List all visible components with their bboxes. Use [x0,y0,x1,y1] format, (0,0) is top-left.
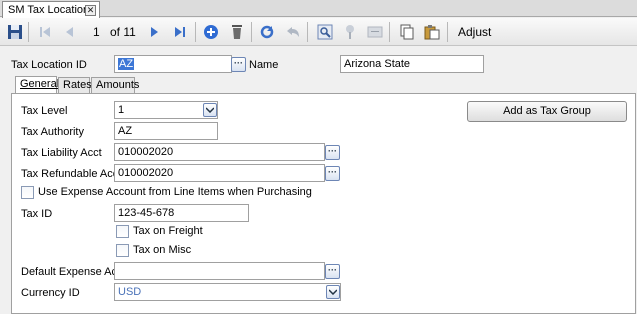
toolbar-separator [389,22,390,42]
note-icon[interactable] [366,23,384,41]
toolbar-separator [195,22,196,42]
first-record-icon[interactable] [36,23,54,41]
tax-level-label: Tax Level [21,105,68,117]
tax-on-freight-label: Tax on Freight [133,225,203,237]
tax-refundable-acct-input[interactable]: 010002020 [114,164,325,182]
close-tab-icon[interactable]: ✕ [85,5,96,16]
paste-icon[interactable] [423,23,441,41]
default-expense-lookup-button[interactable]: ··· [325,264,340,279]
tax-location-id-value: AZ [118,58,135,70]
refresh-icon[interactable] [258,23,276,41]
toolbar-separator [251,22,252,42]
tab-rates-label: Rates [63,79,92,91]
toolbar: 1 of 11 Adjust [0,18,637,46]
tax-liability-acct-label: Tax Liability Acct [21,147,102,159]
pin-icon[interactable] [341,23,359,41]
undo-icon[interactable] [284,23,302,41]
document-tab[interactable]: SM Tax Locations ✕ [2,1,100,18]
currency-id-select[interactable]: USD [114,283,341,301]
tax-on-freight-checkbox[interactable] [116,225,129,238]
tab-rates[interactable]: Rates [58,77,92,93]
tax-on-misc-label: Tax on Misc [133,244,192,256]
find-icon[interactable] [316,23,334,41]
document-tab-title: SM Tax Locations [8,4,95,16]
add-record-icon[interactable] [202,23,220,41]
tax-liability-lookup-button[interactable]: ··· [325,145,340,160]
record-position[interactable]: 1 [93,25,100,39]
adjust-button[interactable]: Adjust [458,25,491,39]
add-as-tax-group-button[interactable]: Add as Tax Group [467,101,627,122]
use-expense-account-checkbox[interactable] [21,186,34,199]
tax-authority-label: Tax Authority [21,126,84,138]
use-expense-account-label: Use Expense Account from Line Items when… [38,186,312,198]
tax-location-lookup-button[interactable]: ··· [231,57,246,72]
toolbar-separator [447,22,448,42]
currency-id-label: Currency ID [21,287,80,299]
currency-dropdown-icon[interactable] [326,285,340,299]
toolbar-separator [307,22,308,42]
default-expense-acct-label: Default Expense Acct [21,266,126,278]
copy-icon[interactable] [398,23,416,41]
next-record-icon[interactable] [146,23,164,41]
record-total: of 11 [110,25,136,39]
tax-refundable-acct-label: Tax Refundable Acct [21,168,122,180]
tax-location-id-label: Tax Location ID [11,59,87,71]
tab-amounts[interactable]: Amounts [91,77,139,93]
tax-id-label: Tax ID [21,208,53,220]
previous-record-icon[interactable] [60,23,78,41]
tax-location-id-input[interactable]: AZ [114,55,232,73]
tab-general-label: General [20,78,60,90]
name-input[interactable]: Arizona State [340,55,484,73]
tab-amounts-label: Amounts [96,79,140,91]
delete-icon[interactable] [228,23,246,41]
last-record-icon[interactable] [171,23,189,41]
tax-refundable-lookup-button[interactable]: ··· [325,166,340,181]
save-icon[interactable] [6,23,24,41]
toolbar-separator [28,22,29,42]
tax-liability-acct-input[interactable]: 010002020 [114,143,325,161]
tax-on-misc-checkbox[interactable] [116,244,129,257]
tax-authority-input[interactable]: AZ [114,122,218,140]
default-expense-acct-input[interactable] [114,262,325,280]
tab-general[interactable]: General [15,76,60,94]
general-panel [11,93,636,314]
tax-id-input[interactable]: 123-45-678 [114,204,249,222]
name-label: Name [249,59,279,71]
tax-level-dropdown-icon[interactable] [203,103,217,117]
